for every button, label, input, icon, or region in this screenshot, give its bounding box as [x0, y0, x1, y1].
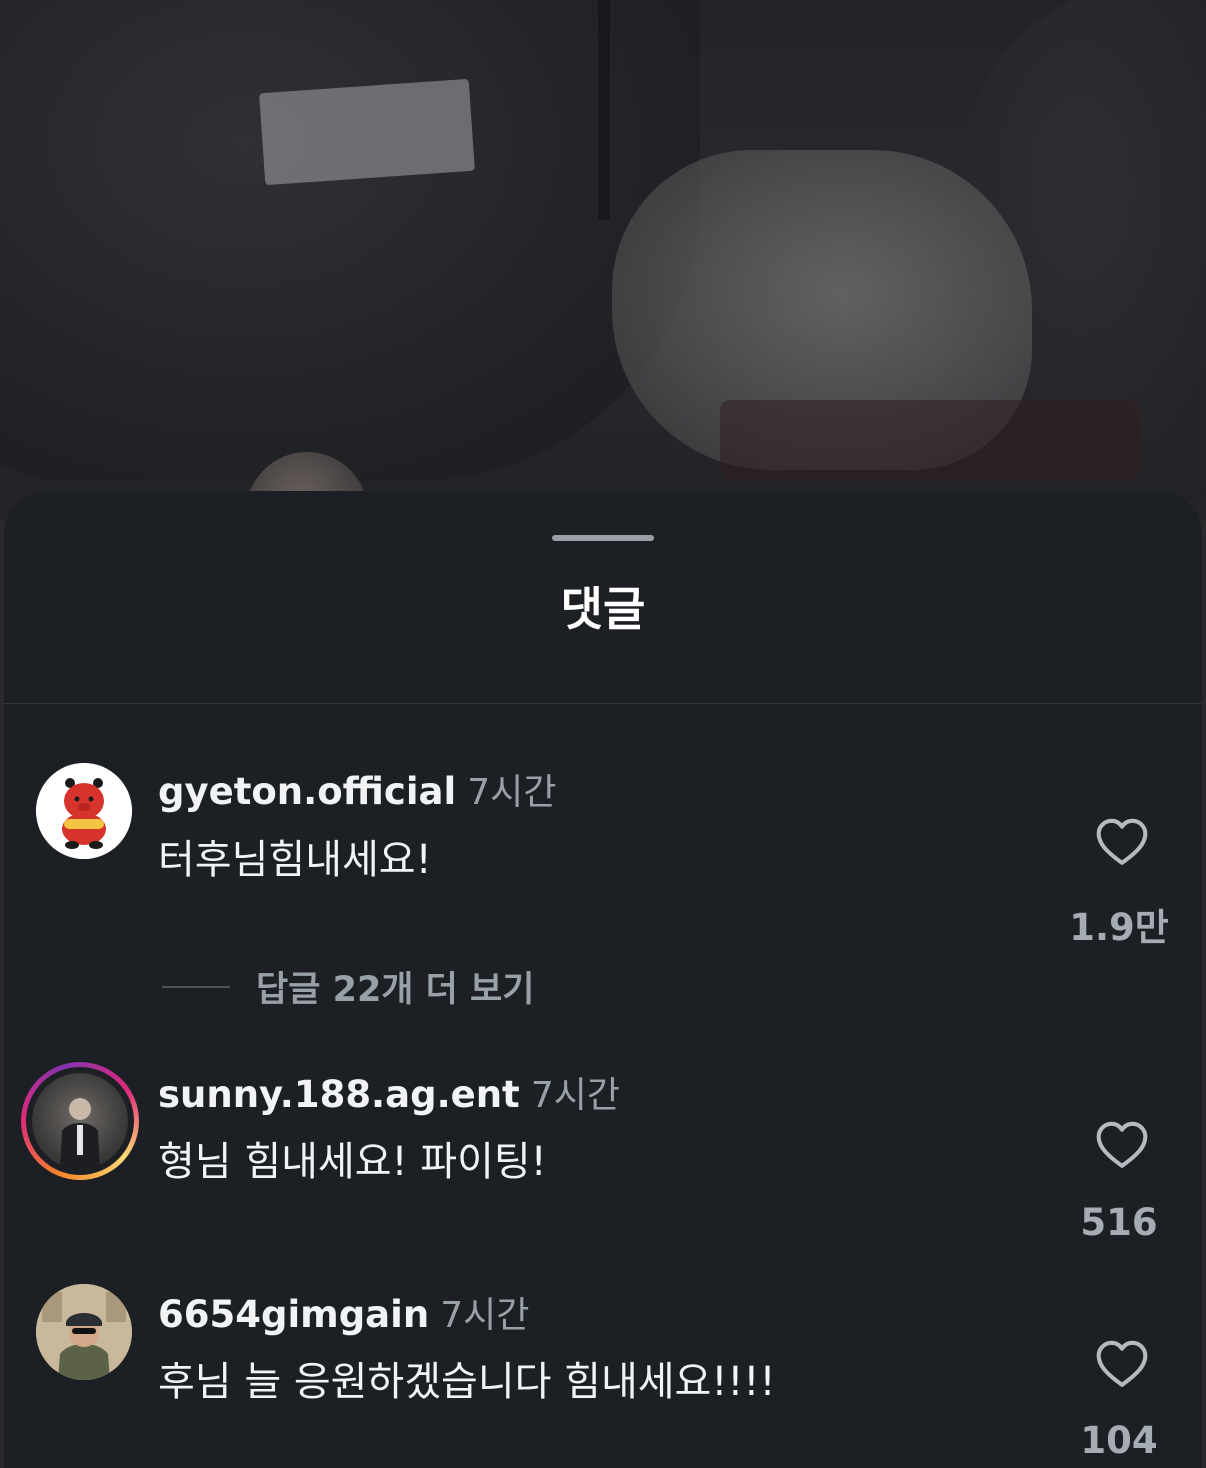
comment-time: 7시간 — [467, 772, 557, 813]
comment-time: 7시간 — [530, 1075, 620, 1116]
comment-username[interactable]: 6654gimgain — [158, 1293, 429, 1336]
like-count: 104 — [1080, 1419, 1158, 1462]
like-count: 1.9만 — [1069, 906, 1169, 949]
sheet-grabber[interactable] — [552, 535, 654, 541]
heart-icon[interactable] — [1094, 1337, 1150, 1393]
comment-username[interactable]: sunny.188.ag.ent — [158, 1073, 520, 1116]
background-dim-overlay — [0, 0, 1206, 520]
red-bear-mascot-icon — [36, 763, 132, 859]
heart-icon[interactable] — [1094, 1118, 1150, 1174]
comment-time: 7시간 — [440, 1295, 530, 1336]
comments-sheet: 댓글 gyeton.official 7시간 터후님힘내세요! 1.9만 답글 … — [4, 491, 1202, 1468]
screen: 댓글 gyeton.official 7시간 터후님힘내세요! 1.9만 답글 … — [0, 0, 1206, 1468]
person-photo-icon — [36, 1284, 132, 1380]
comment-avatar[interactable] — [36, 763, 132, 859]
comment-meta: 6654gimgain 7시간 — [158, 1286, 529, 1338]
comment-text: 터후님힘내세요! — [158, 837, 432, 883]
comment-meta: sunny.188.ag.ent 7시간 — [158, 1066, 620, 1118]
view-replies-label: 답글 22개 더 보기 — [256, 970, 535, 1010]
background-video[interactable] — [0, 0, 1206, 520]
comment-username[interactable]: gyeton.official — [158, 770, 456, 813]
replies-line — [162, 985, 230, 988]
like-count: 516 — [1080, 1201, 1158, 1244]
heart-icon[interactable] — [1094, 815, 1150, 871]
sheet-title: 댓글 — [560, 582, 646, 636]
sheet-divider — [4, 703, 1202, 704]
person-photo-icon — [60, 1098, 100, 1169]
comment-avatar — [32, 1073, 128, 1169]
comment-text: 후님 늘 응원하겠습니다 힘내세요!!!! — [158, 1359, 776, 1405]
comment-text: 형님 힘내세요! 파이팅! — [158, 1139, 547, 1185]
view-replies-button[interactable]: 답글 22개 더 보기 — [162, 961, 534, 1012]
story-ring[interactable] — [21, 1062, 139, 1180]
comment-avatar[interactable] — [36, 1284, 132, 1380]
comment-meta: gyeton.official 7시간 — [158, 763, 556, 815]
